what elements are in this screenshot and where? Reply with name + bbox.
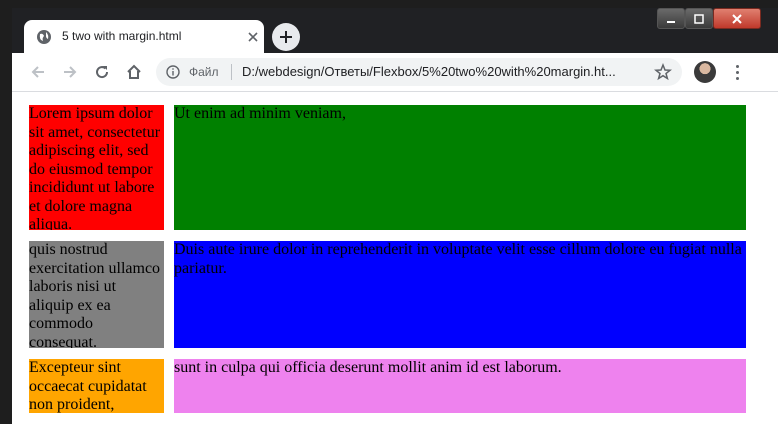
browser-window: 5 two with margin.html Файл D:/webdesign… [12,8,778,424]
forward-button[interactable] [59,61,81,83]
minimize-button[interactable] [657,8,685,29]
reload-icon [96,66,109,79]
home-icon [127,64,141,79]
close-icon[interactable] [246,30,260,44]
back-button[interactable] [27,61,49,83]
url-text[interactable]: D:/webdesign/Ответы/Flexbox/5%20two%20wi… [242,64,642,79]
row1-right-box: Ut enim ad minim veniam, [174,105,746,230]
row3-left-box: Excepteur sint occaecat cupidatat non pr… [29,359,164,413]
plus-icon [280,31,292,43]
minimize-icon [667,20,675,23]
back-icon [31,66,44,78]
maximize-button[interactable] [685,8,713,29]
tab-title: 5 two with margin.html [62,29,182,43]
forward-icon [64,66,77,78]
row2-left-box: quis nostrud exercitation ullamco labori… [29,241,164,348]
profile-avatar[interactable] [694,61,716,83]
info-icon[interactable] [166,65,180,79]
star-icon[interactable] [654,63,672,81]
omnibox-divider [231,64,232,80]
window-close-button[interactable] [713,8,761,29]
window-controls [657,8,774,29]
maximize-icon [694,13,704,24]
page-viewport: Lorem ipsum dolor sit amet, consectetur … [12,92,778,424]
site-info-label: Файл [189,65,219,79]
menu-icon[interactable] [730,61,744,83]
toolbar: Файл D:/webdesign/Ответы/Flexbox/5%20two… [12,53,778,92]
close-window-icon [732,13,742,24]
row3-right-box: sunt in culpa qui officia deserunt molli… [174,359,746,413]
address-bar[interactable]: Файл D:/webdesign/Ответы/Flexbox/5%20two… [156,58,682,86]
new-tab-button[interactable] [272,23,300,51]
home-button[interactable] [123,61,145,83]
tab-active[interactable]: 5 two with margin.html [24,20,264,53]
reload-button[interactable] [91,61,113,83]
row1-left-box: Lorem ipsum dolor sit amet, consectetur … [29,105,164,230]
globe-icon [37,30,51,44]
tab-strip: 5 two with margin.html [12,8,778,53]
row2-right-box: Duis aute irure dolor in reprehenderit i… [174,241,746,348]
